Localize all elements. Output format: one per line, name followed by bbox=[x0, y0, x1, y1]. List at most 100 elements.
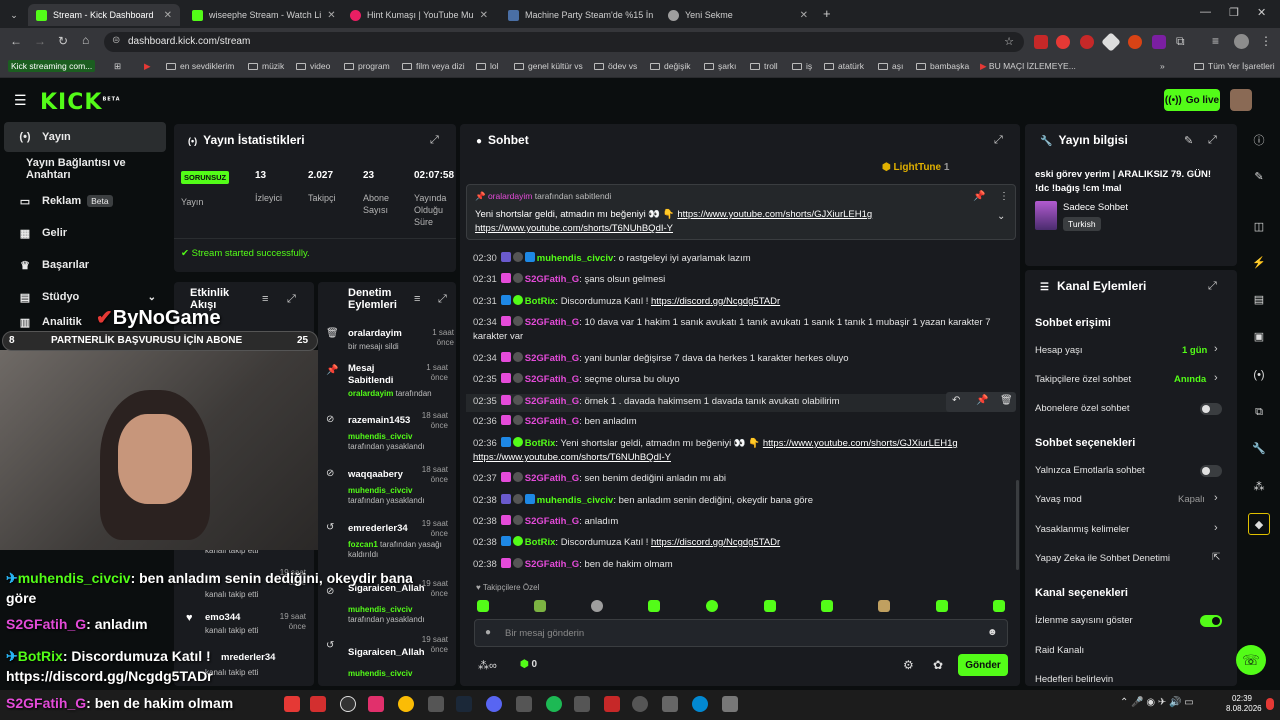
back-arrow-icon[interactable]: ← bbox=[10, 34, 22, 48]
extension-icon[interactable] bbox=[1080, 35, 1094, 49]
taskbar-app-icon[interactable] bbox=[574, 696, 590, 712]
emoji-icon[interactable]: ☻ bbox=[987, 627, 998, 638]
emote-icon[interactable] bbox=[936, 600, 948, 612]
chat-input[interactable]: ● Bir mesaj gönderin ☻ bbox=[474, 619, 1008, 647]
chat-message[interactable]: 02:36 BotRix: Yeni shortslar geldi, atmad… bbox=[473, 437, 1013, 465]
puzzle-icon[interactable]: ◆ bbox=[1248, 513, 1270, 535]
chat-message[interactable]: 02:38 S2GFatih_G: anladım bbox=[473, 515, 1013, 529]
activity-event-user[interactable]: emo344 bbox=[205, 612, 240, 623]
more-options-icon[interactable]: ⋮ bbox=[999, 191, 1009, 202]
chatgpt-icon[interactable] bbox=[340, 696, 356, 712]
chrome-icon[interactable] bbox=[398, 696, 414, 712]
chat-message[interactable]: 02:38 BotRix: Discordumuza Katıl ! https:… bbox=[473, 536, 1013, 550]
taskbar-app-icon[interactable] bbox=[516, 696, 532, 712]
taskbar-clock[interactable]: 02:39 8.08.2026 bbox=[1226, 694, 1262, 714]
bookmark-folder[interactable]: program bbox=[344, 61, 390, 71]
chat-message[interactable]: 02:31 S2GFatih_G: şans olsun gelmesi bbox=[473, 273, 1013, 287]
bookmark-folder[interactable]: film veya dizi bbox=[402, 61, 465, 71]
chat-bubble-icon[interactable]: ▣ bbox=[1248, 326, 1270, 348]
mod-entry-name[interactable]: Mesaj Sabitlendi bbox=[348, 363, 408, 387]
extension-icon[interactable] bbox=[1034, 35, 1048, 49]
tab-kick-dashboard[interactable]: Stream - Kick Dashboard ✕ bbox=[28, 4, 180, 26]
chat-message[interactable]: 02:38 S2GFatih_G: ben de hakim olmam bbox=[473, 558, 1013, 572]
chat-settings-gear-icon[interactable]: ⚙ bbox=[903, 658, 914, 672]
bookmark-folder[interactable]: değişik bbox=[650, 61, 690, 71]
bookmark-folder[interactable]: şarkı bbox=[704, 61, 736, 71]
send-button[interactable]: Gönder bbox=[958, 654, 1008, 676]
expand-icon[interactable]: ⤢ bbox=[430, 134, 439, 147]
category-thumbnail[interactable] bbox=[1035, 201, 1057, 230]
bookmark-folder[interactable]: lol bbox=[476, 61, 499, 71]
forward-arrow-icon[interactable]: → bbox=[34, 34, 46, 48]
chat-link[interactable]: https://www.youtube.com/shorts/GJXiurLEH… bbox=[763, 438, 958, 449]
emote-icon[interactable] bbox=[706, 600, 718, 612]
external-link-icon[interactable]: ⇱ bbox=[1212, 552, 1220, 563]
emote-icon[interactable] bbox=[993, 600, 1005, 612]
account-age-value[interactable]: 1 gün bbox=[1182, 345, 1207, 356]
maximize-icon[interactable]: ❐ bbox=[1229, 6, 1239, 19]
chat-message[interactable]: 02:36 S2GFatih_G: ben anladım bbox=[473, 415, 1013, 429]
lightning-icon[interactable]: ⚡ bbox=[1248, 252, 1270, 274]
chat-scrollbar[interactable] bbox=[1016, 480, 1019, 570]
emote-icon[interactable] bbox=[591, 600, 603, 612]
sidebar-item-stream[interactable]: (•) Yayın bbox=[4, 122, 166, 152]
close-window-icon[interactable]: ✕ bbox=[1257, 6, 1266, 19]
tray-icons[interactable]: ⌃ 🎤 ◉ ✈ 🔊 ▭ bbox=[1120, 697, 1194, 708]
notification-icon[interactable] bbox=[1266, 698, 1274, 710]
screen-capture-icon[interactable]: ◫ bbox=[1248, 216, 1270, 238]
close-tab-icon[interactable]: ✕ bbox=[321, 10, 335, 21]
instagram-icon[interactable] bbox=[368, 696, 384, 712]
bookmark-folder[interactable]: atatürk bbox=[824, 61, 864, 71]
bookmarks-overflow-icon[interactable]: » bbox=[1160, 61, 1165, 71]
bookmark-folder[interactable]: ödev vs bbox=[594, 61, 637, 71]
chat-message[interactable]: 02:37 S2GFatih_G: sen benim dediğini anla… bbox=[473, 472, 1013, 486]
edit-pencil-icon[interactable]: ✎ bbox=[1248, 166, 1270, 188]
bookmark-folder[interactable]: müzik bbox=[248, 61, 284, 71]
bookmark-folder[interactable]: bambaşka bbox=[916, 61, 969, 71]
chat-message[interactable]: 02:34 S2GFatih_G: yani bunlar değişirse 7… bbox=[473, 352, 1013, 366]
info-icon[interactable]: ⓘ bbox=[1248, 130, 1270, 152]
minimize-icon[interactable]: — bbox=[1200, 6, 1211, 18]
tab-youtube-music[interactable]: Hint Kumaşı | YouTube Mu ✕ bbox=[342, 4, 496, 26]
goals-label[interactable]: Hedefleri belirleyin bbox=[1035, 674, 1113, 682]
slow-mode-value[interactable]: Kapalı bbox=[1178, 494, 1205, 505]
pinned-link[interactable]: https://www.youtube.com/shorts/T6NUhBQdI… bbox=[475, 223, 673, 234]
close-tab-icon[interactable]: ✕ bbox=[653, 10, 656, 21]
kick-logo[interactable]: KICKBETA bbox=[40, 90, 121, 115]
chat-link[interactable]: https://www.youtube.com/shorts/T6NUhBQdI… bbox=[473, 452, 671, 463]
mod-entry-name[interactable]: oralardayim bbox=[348, 328, 402, 339]
delete-icon[interactable]: 🗑 bbox=[1000, 395, 1013, 406]
layers-icon[interactable]: ⧉ bbox=[1248, 401, 1270, 423]
raid-channel-label[interactable]: Raid Kanalı bbox=[1035, 645, 1084, 656]
chat-message[interactable]: 02:35 S2GFatih_G: seçme olursa bu oluyo bbox=[473, 373, 1013, 387]
extension-icon[interactable] bbox=[1101, 32, 1121, 52]
chat-message[interactable]: 02:38 muhendis_civciv: ben anladım senin … bbox=[473, 494, 1013, 508]
extension-icon[interactable] bbox=[1152, 35, 1166, 49]
bookmark-youtube[interactable]: ▶ BU MAÇI İZLEMEYE... bbox=[980, 61, 1076, 72]
taskbar-app-icon[interactable] bbox=[722, 696, 738, 712]
user-avatar[interactable] bbox=[1230, 89, 1252, 111]
chat-message[interactable]: 02:31 BotRix: Discordumuza Katıl ! https:… bbox=[473, 295, 1013, 309]
infinity-icon[interactable]: ⁂∞ bbox=[478, 659, 497, 672]
mod-entry-name[interactable]: razemain1453 bbox=[348, 415, 410, 426]
wrench-icon[interactable]: 🔧 bbox=[1248, 438, 1270, 460]
youtube-icon[interactable]: ▶ bbox=[144, 61, 151, 72]
broadcast-icon[interactable]: (•) bbox=[1248, 364, 1270, 386]
tab-steam[interactable]: Machine Party Steam'de %15 İn ✕ bbox=[500, 4, 656, 26]
go-live-button[interactable]: ((•)) Go live bbox=[1164, 89, 1220, 111]
bookmark-folder[interactable]: en sevdiklerim bbox=[166, 61, 234, 71]
chat-message[interactable]: 02:34 S2GFatih_G: 10 dava var 1 hakim 1 s… bbox=[473, 316, 1013, 344]
filter-icon[interactable]: ≡ bbox=[262, 293, 268, 305]
expand-icon[interactable]: ⤢ bbox=[994, 134, 1003, 147]
new-tab-plus-icon[interactable]: + bbox=[823, 6, 831, 21]
bookmark-folder[interactable]: video bbox=[296, 61, 330, 71]
taskbar-app-icon[interactable] bbox=[692, 696, 708, 712]
expand-icon[interactable]: ⤢ bbox=[1208, 280, 1217, 293]
site-info-icon[interactable]: ⊜ bbox=[112, 35, 120, 46]
chat-message[interactable]: 02:30 muhendis_civciv: o rastgeleyi iyi a… bbox=[473, 252, 1013, 266]
clipboard-icon[interactable]: ▤ bbox=[1248, 289, 1270, 311]
extension-icon[interactable] bbox=[1128, 35, 1142, 49]
more-menu-icon[interactable]: ⋮ bbox=[1260, 34, 1272, 48]
extensions-puzzle-icon[interactable]: ⧉ bbox=[1176, 34, 1185, 49]
bookmark-folder[interactable]: genel kültür vs bbox=[514, 61, 583, 71]
